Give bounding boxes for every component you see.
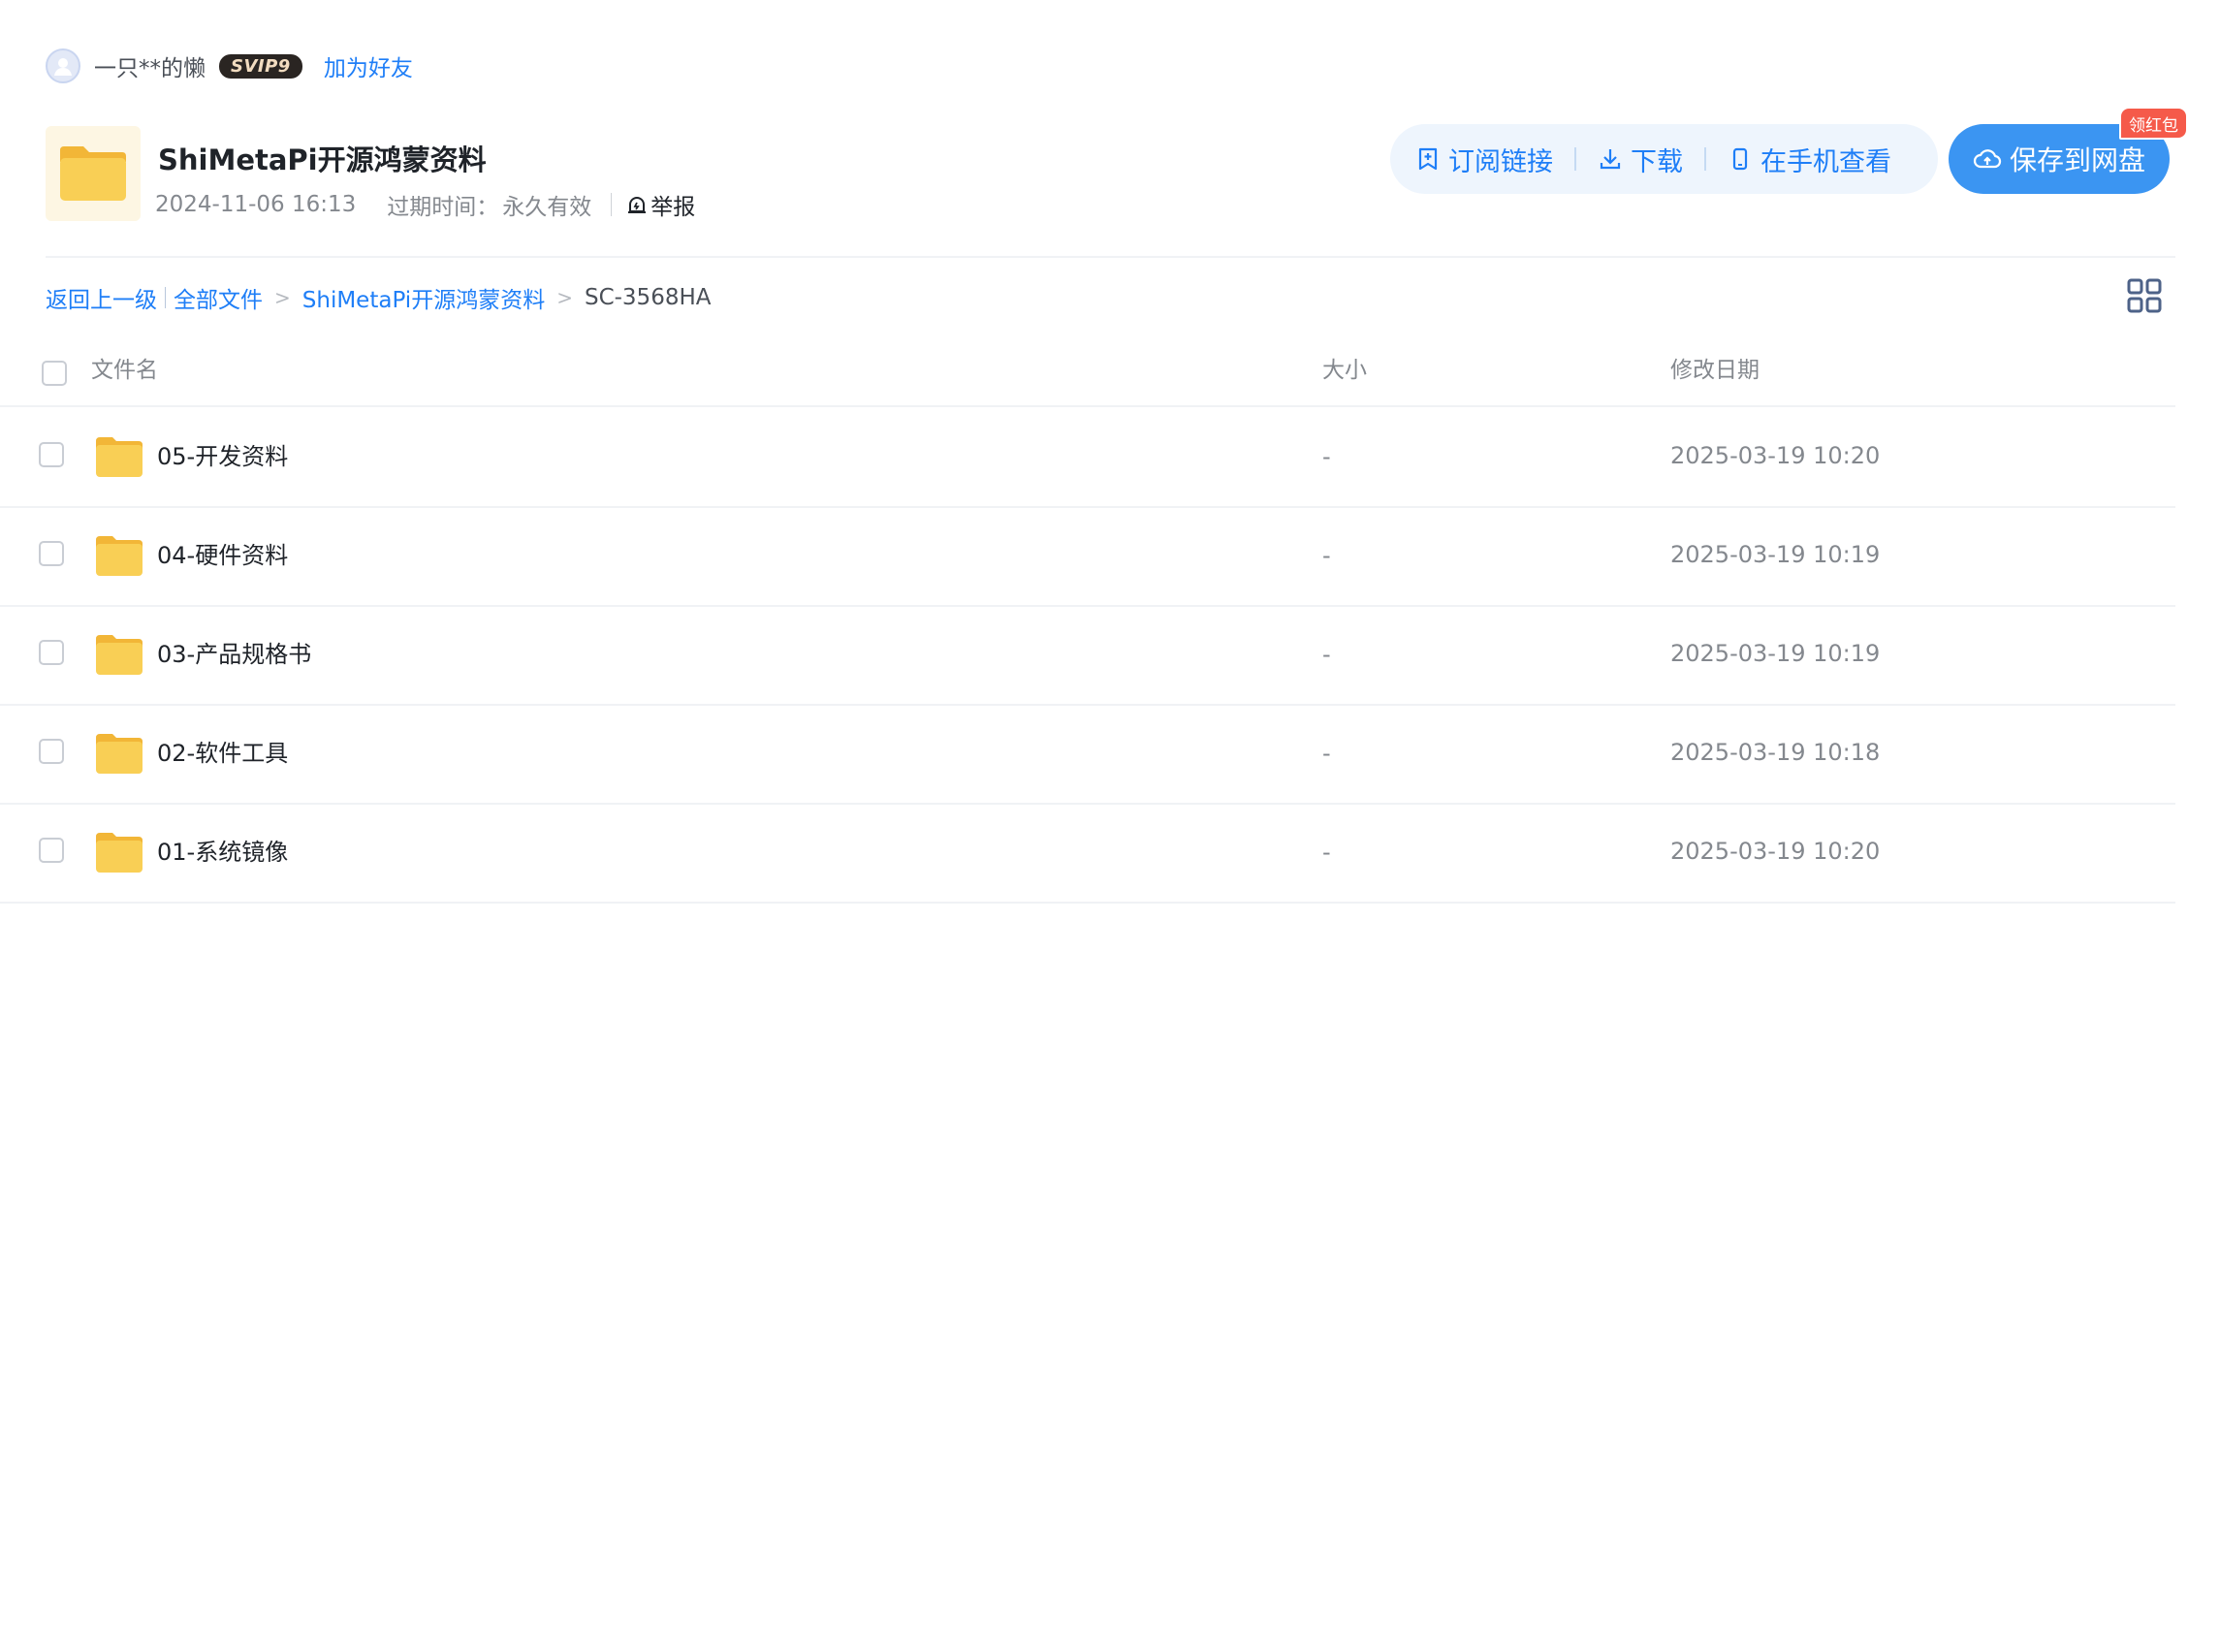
row-checkbox[interactable] bbox=[39, 838, 64, 863]
download-icon bbox=[1600, 149, 1621, 170]
sharer-name: 一只**的懒 bbox=[94, 56, 206, 81]
file-size: - bbox=[1322, 740, 1331, 767]
subscribe-icon bbox=[1418, 147, 1438, 171]
file-size: - bbox=[1322, 542, 1331, 569]
expire-value: 永久有效 bbox=[502, 195, 592, 220]
expire-label: 过期时间： bbox=[387, 195, 499, 220]
share-title: ShiMetaPi开源鸿蒙资料 bbox=[158, 143, 487, 176]
breadcrumb-separator: > bbox=[274, 286, 291, 309]
meta-divider bbox=[611, 193, 613, 216]
breadcrumb-parent[interactable]: ShiMetaPi开源鸿蒙资料 bbox=[302, 281, 545, 314]
table-row[interactable]: 05-开发资料 - 2025-03-19 10:20 bbox=[0, 407, 2175, 508]
sharer-info: 一只**的懒 SVIP9 加为好友 bbox=[46, 45, 413, 87]
row-checkbox[interactable] bbox=[39, 640, 64, 665]
grid-view-icon bbox=[2127, 278, 2162, 313]
download-button[interactable]: 下载 bbox=[1598, 141, 1683, 178]
red-packet-badge[interactable]: 领红包 bbox=[2119, 107, 2188, 140]
column-header-mtime[interactable]: 修改日期 bbox=[1670, 349, 1760, 392]
breadcrumb: 返回上一级 全部文件 > ShiMetaPi开源鸿蒙资料 > SC-3568HA bbox=[46, 281, 712, 314]
file-mtime: 2025-03-19 10:18 bbox=[1670, 739, 1881, 766]
share-date: 2024-11-06 16:13 bbox=[155, 192, 357, 217]
header-divider bbox=[46, 256, 2175, 258]
file-name[interactable]: 03-产品规格书 bbox=[157, 605, 311, 704]
alarm-icon bbox=[628, 197, 647, 213]
breadcrumb-all-files[interactable]: 全部文件 bbox=[174, 281, 263, 314]
file-table-header: 文件名 大小 修改日期 bbox=[0, 349, 2175, 407]
subscribe-label: 订阅链接 bbox=[1448, 146, 1553, 177]
action-divider bbox=[1574, 147, 1576, 171]
view-on-phone-label: 在手机查看 bbox=[1760, 146, 1891, 177]
action-divider bbox=[1704, 147, 1706, 171]
file-mtime: 2025-03-19 10:19 bbox=[1670, 640, 1881, 667]
breadcrumb-divider bbox=[165, 287, 166, 308]
row-checkbox[interactable] bbox=[39, 442, 64, 467]
avatar[interactable] bbox=[46, 48, 80, 83]
save-label: 保存到网盘 bbox=[2009, 144, 2145, 176]
row-checkbox[interactable] bbox=[39, 541, 64, 566]
share-page: 一只**的懒 SVIP9 加为好友 ShiMetaPi开源鸿蒙资料 2024-1… bbox=[0, 0, 2220, 1652]
file-size: - bbox=[1322, 443, 1331, 470]
file-size: - bbox=[1322, 641, 1331, 668]
table-row[interactable]: 01-系统镜像 - 2025-03-19 10:20 bbox=[0, 803, 2175, 904]
share-actions: 订阅链接 下载 在手机查看 bbox=[1390, 124, 1938, 194]
file-size: - bbox=[1322, 839, 1331, 866]
file-name[interactable]: 04-硬件资料 bbox=[157, 506, 288, 605]
file-mtime: 2025-03-19 10:20 bbox=[1670, 838, 1881, 865]
table-row[interactable]: 03-产品规格书 - 2025-03-19 10:19 bbox=[0, 605, 2175, 706]
cloud-upload-icon bbox=[1973, 149, 2002, 169]
folder-icon bbox=[96, 437, 143, 477]
file-name[interactable]: 02-软件工具 bbox=[157, 704, 288, 803]
report-button[interactable]: 举报 bbox=[625, 188, 695, 221]
back-link[interactable]: 返回上一级 bbox=[46, 281, 157, 314]
file-name[interactable]: 01-系统镜像 bbox=[157, 803, 288, 902]
share-folder-icon bbox=[46, 126, 141, 221]
breadcrumb-current: SC-3568HA bbox=[584, 285, 712, 310]
phone-icon bbox=[1732, 147, 1748, 171]
table-row[interactable]: 02-软件工具 - 2025-03-19 10:18 bbox=[0, 704, 2175, 805]
column-header-name[interactable]: 文件名 bbox=[91, 349, 158, 392]
grid-view-toggle[interactable] bbox=[2127, 278, 2162, 313]
breadcrumb-separator: > bbox=[556, 286, 573, 309]
subscribe-link-button[interactable]: 订阅链接 bbox=[1415, 141, 1553, 178]
folder-icon bbox=[96, 635, 143, 675]
row-checkbox[interactable] bbox=[39, 739, 64, 764]
column-header-size[interactable]: 大小 bbox=[1322, 349, 1367, 392]
file-name[interactable]: 05-开发资料 bbox=[157, 407, 288, 506]
select-all-checkbox[interactable] bbox=[42, 361, 67, 386]
report-label: 举报 bbox=[650, 195, 696, 220]
vip-badge: SVIP9 bbox=[219, 53, 302, 79]
folder-icon bbox=[96, 833, 143, 873]
user-icon bbox=[54, 58, 72, 76]
folder-icon bbox=[96, 536, 143, 576]
add-friend-link[interactable]: 加为好友 bbox=[324, 49, 413, 82]
download-label: 下载 bbox=[1631, 146, 1683, 177]
file-mtime: 2025-03-19 10:19 bbox=[1670, 541, 1881, 568]
table-row[interactable]: 04-硬件资料 - 2025-03-19 10:19 bbox=[0, 506, 2175, 607]
share-meta: 2024-11-06 16:13 过期时间： 永久有效 举报 bbox=[155, 188, 695, 221]
view-on-phone-button[interactable]: 在手机查看 bbox=[1728, 141, 1891, 178]
file-mtime: 2025-03-19 10:20 bbox=[1670, 442, 1881, 469]
folder-icon bbox=[96, 734, 143, 774]
